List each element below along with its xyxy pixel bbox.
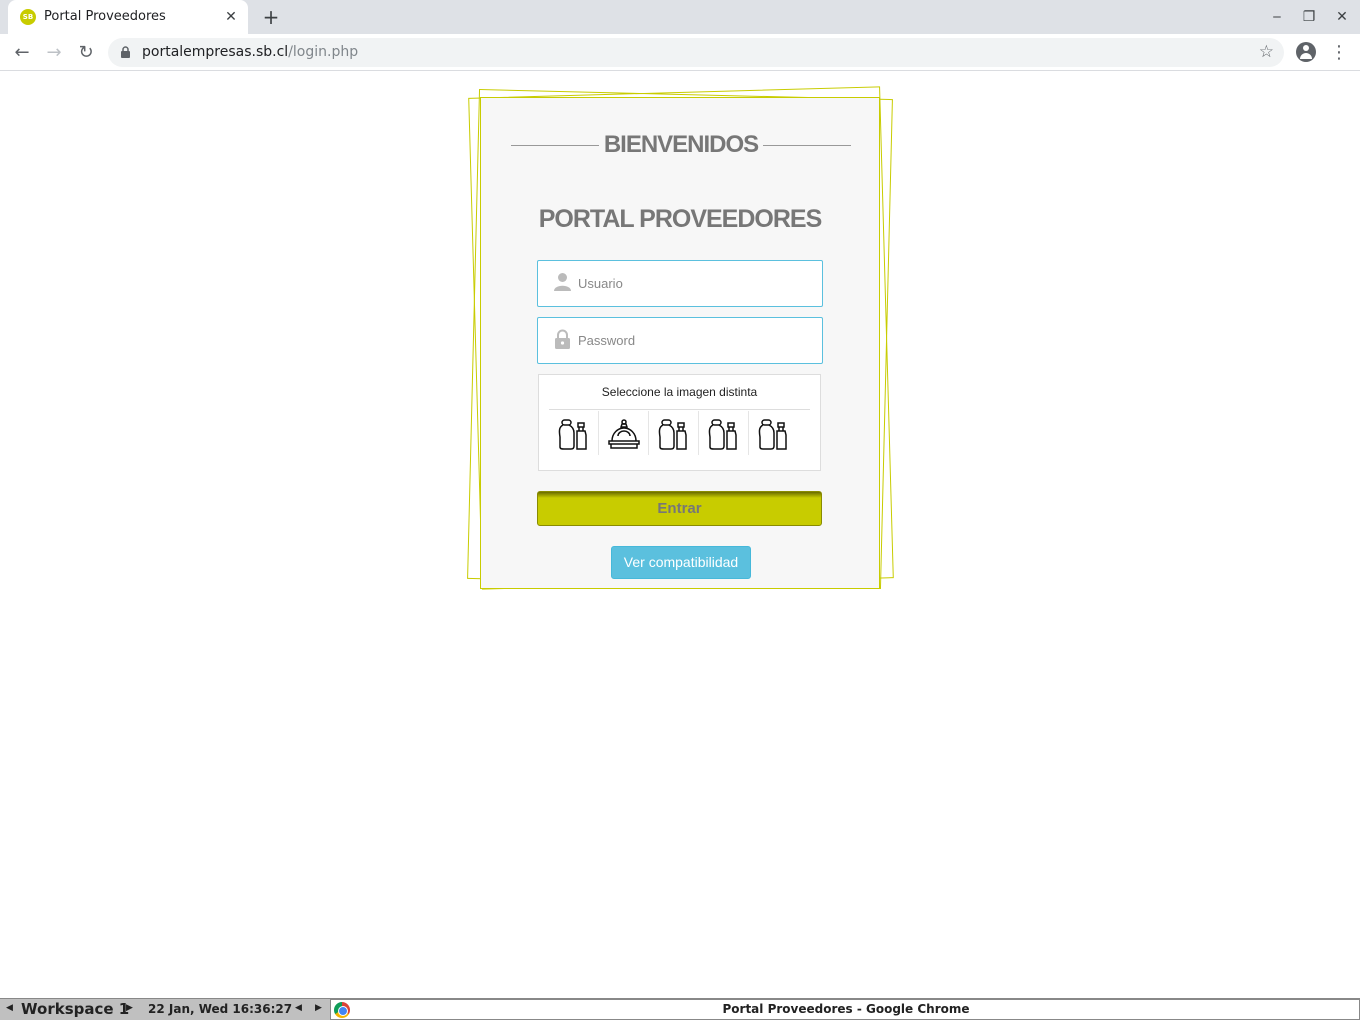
forward-button[interactable]: → xyxy=(41,40,67,66)
restore-button[interactable]: ❐ xyxy=(1298,6,1320,28)
url-path: /login.php xyxy=(288,44,359,60)
captcha-option-3[interactable] xyxy=(649,411,699,455)
minimize-button[interactable]: ‒ xyxy=(1266,6,1288,28)
login-button[interactable]: Entrar xyxy=(537,491,822,526)
user-icon xyxy=(554,273,571,291)
bottles-icon xyxy=(658,419,687,450)
window-next-icon[interactable]: ▶ xyxy=(315,1003,322,1013)
taskbar-window-item[interactable]: Portal Proveedores - Google Chrome xyxy=(330,999,1360,1020)
captcha-option-5[interactable] xyxy=(749,411,799,455)
taskbar-window-title: Portal Proveedores - Google Chrome xyxy=(722,1002,970,1016)
browser-tab[interactable]: SB Portal Proveedores ✕ xyxy=(8,0,248,34)
divider xyxy=(549,409,810,410)
chrome-icon xyxy=(334,1002,350,1018)
bottles-icon xyxy=(708,419,737,450)
profile-icon[interactable] xyxy=(1296,42,1316,62)
lock-icon xyxy=(121,46,130,58)
close-window-button[interactable]: ✕ xyxy=(1331,6,1353,28)
back-button[interactable]: ← xyxy=(9,40,35,66)
tab-title: Portal Proveedores xyxy=(44,9,166,24)
taskbar: ◀ Workspace 1 ▶ 22 Jan, Wed 16:36:27 ◀ ▶… xyxy=(0,998,1360,1020)
padlock-icon xyxy=(555,329,570,349)
url-host: portalempresas.sb.cl xyxy=(142,44,289,60)
welcome-heading: BIENVENIDOS xyxy=(511,130,851,160)
address-bar[interactable]: portalempresas.sb.cl/login.php ☆ xyxy=(108,38,1284,67)
password-input[interactable] xyxy=(578,318,818,363)
clock: 22 Jan, Wed 16:36:27 xyxy=(148,1002,293,1016)
workspace-next-icon[interactable]: ▶ xyxy=(126,1003,133,1013)
login-card: BIENVENIDOS PORTAL PROVEEDORES Seleccion… xyxy=(480,97,880,589)
url-text: portalempresas.sb.cl/login.php xyxy=(142,44,358,60)
compatibility-button[interactable]: Ver compatibilidad xyxy=(611,546,751,579)
tab-strip: SB Portal Proveedores ✕ + ‒ ❐ ✕ xyxy=(0,0,1360,34)
username-input[interactable] xyxy=(578,261,818,306)
workspace-label: Workspace 1 xyxy=(21,1000,130,1018)
bottles-icon xyxy=(758,419,787,450)
username-field[interactable] xyxy=(537,260,823,307)
window-prev-icon[interactable]: ◀ xyxy=(295,1003,302,1013)
captcha-option-1[interactable] xyxy=(549,411,599,455)
page-title: PORTAL PROVEEDORES xyxy=(538,205,823,233)
page-content: BIENVENIDOS PORTAL PROVEEDORES Seleccion… xyxy=(0,72,1360,998)
welcome-title: BIENVENIDOS xyxy=(603,131,759,158)
captcha-prompt: Seleccione la imagen distinta xyxy=(601,385,758,399)
captcha-option-2[interactable] xyxy=(599,411,649,455)
new-tab-button[interactable]: + xyxy=(260,6,282,28)
password-field[interactable] xyxy=(537,317,823,364)
bookmark-star-icon[interactable]: ☆ xyxy=(1259,41,1274,63)
workspace-prev-icon[interactable]: ◀ xyxy=(6,1003,13,1013)
browser-menu-icon[interactable]: ⋮ xyxy=(1330,40,1348,66)
site-favicon-icon: SB xyxy=(20,9,36,25)
captcha-option-4[interactable] xyxy=(699,411,749,455)
tab-close-icon[interactable]: ✕ xyxy=(222,8,240,26)
image-captcha: Seleccione la imagen distinta xyxy=(538,374,821,471)
browser-toolbar: ← → ↻ portalempresas.sb.cl/login.php ☆ ⋮ xyxy=(0,34,1360,71)
reload-button[interactable]: ↻ xyxy=(73,40,99,66)
bottles-icon xyxy=(558,419,587,450)
crown-pot-icon xyxy=(608,419,640,449)
